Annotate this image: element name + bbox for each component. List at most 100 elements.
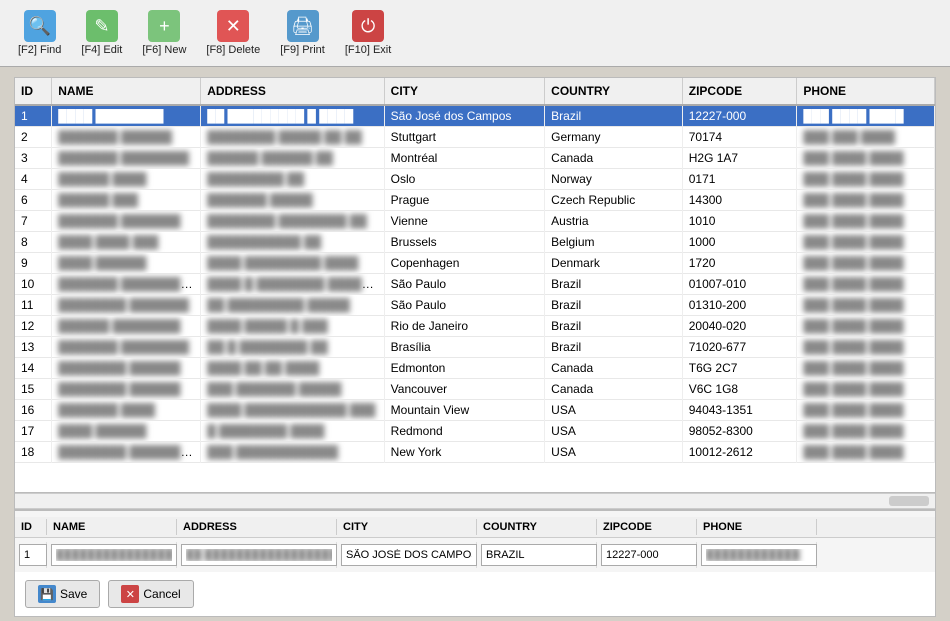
cell-name: ███████ ████ xyxy=(52,400,201,421)
cell-name: ████ ██████ xyxy=(52,421,201,442)
find-button[interactable]: 🔍[F2] Find xyxy=(10,6,69,60)
cell-phone: ███ ████ ████ xyxy=(797,274,935,295)
cell-id: 9 xyxy=(15,253,52,274)
cell-id: 7 xyxy=(15,211,52,232)
form-id-input[interactable] xyxy=(19,544,47,566)
table-row[interactable]: 4 ██████ ████ █████████ ██ Oslo Norway 0… xyxy=(15,169,935,190)
cell-address: ██ █████████ █████ xyxy=(201,295,384,316)
col-header-city: CITY xyxy=(384,78,545,105)
form-header-name: NAME xyxy=(47,519,177,535)
cell-city: Copenhagen xyxy=(384,253,545,274)
horizontal-scrollbar[interactable] xyxy=(15,493,935,509)
cell-city: Brasília xyxy=(384,337,545,358)
cell-address: ██ █ ████████ ██ xyxy=(201,337,384,358)
cell-name: ██████ ███ xyxy=(52,190,201,211)
cell-address: ████ ██ ██ ████ xyxy=(201,358,384,379)
cell-id: 14 xyxy=(15,358,52,379)
table-row[interactable]: 18 ████████ ████████ ███ ████████████ Ne… xyxy=(15,442,935,463)
cancel-button[interactable]: ✕ Cancel xyxy=(108,580,193,608)
cell-country: Denmark xyxy=(545,253,683,274)
table-row[interactable]: 2 ███████ ██████ ████████ █████ ██ ██ St… xyxy=(15,127,935,148)
print-button[interactable]: 🖨[F9] Print xyxy=(272,6,333,60)
cell-phone: ███ ████ ████ xyxy=(797,421,935,442)
form-country-cell xyxy=(477,542,597,568)
cell-phone: ███ ████ ████ xyxy=(797,253,935,274)
cell-address: ████ █████ █ ███ xyxy=(201,316,384,337)
cell-country: Czech Republic xyxy=(545,190,683,211)
cell-address: ████ █████████ ████ xyxy=(201,253,384,274)
table-row[interactable]: 14 ████████ ██████ ████ ██ ██ ████ Edmon… xyxy=(15,358,935,379)
cell-id: 16 xyxy=(15,400,52,421)
cell-zipcode: 94043-1351 xyxy=(682,400,797,421)
cell-name: ███████ █████████ xyxy=(52,274,201,295)
cell-country: Belgium xyxy=(545,232,683,253)
cell-phone: ███ ████ ████ xyxy=(797,211,935,232)
data-table: ID NAME ADDRESS CITY COUNTRY ZIPCODE PHO… xyxy=(15,78,935,463)
edit-form: ID NAME ADDRESS CITY COUNTRY ZIPCODE PHO… xyxy=(15,509,935,572)
form-country-input[interactable] xyxy=(481,544,597,566)
cell-phone: ███ ████ ████ xyxy=(797,232,935,253)
table-row[interactable]: 15 ████████ ██████ ███ ███████ █████ Van… xyxy=(15,379,935,400)
cell-zipcode: 98052-8300 xyxy=(682,421,797,442)
cell-country: Brazil xyxy=(545,295,683,316)
cell-country: Austria xyxy=(545,211,683,232)
cell-phone: ███ ███ ████ xyxy=(797,127,935,148)
table-row[interactable]: 12 ██████ ████████ ████ █████ █ ███ Rio … xyxy=(15,316,935,337)
form-address-input[interactable] xyxy=(181,544,337,566)
col-header-id: ID xyxy=(15,78,52,105)
table-row[interactable]: 10 ███████ █████████ ████ █ ████████ ███… xyxy=(15,274,935,295)
table-row[interactable]: 7 ███████ ███████ ████████ ████████ ██ V… xyxy=(15,211,935,232)
find-button-icon: 🔍 xyxy=(24,10,56,42)
new-button[interactable]: +[F6] New xyxy=(134,6,194,60)
cell-name: ███████ ███████ xyxy=(52,211,201,232)
form-zipcode-input[interactable] xyxy=(601,544,697,566)
main-panel: ID NAME ADDRESS CITY COUNTRY ZIPCODE PHO… xyxy=(14,77,936,617)
table-row[interactable]: 13 ███████ ████████ ██ █ ████████ ██ Bra… xyxy=(15,337,935,358)
table-row[interactable]: 9 ████ ██████ ████ █████████ ████ Copenh… xyxy=(15,253,935,274)
form-id-cell xyxy=(15,542,47,568)
cell-id: 4 xyxy=(15,169,52,190)
table-row[interactable]: 1 ████ ████████ ██ █████████ █ ████ São … xyxy=(15,105,935,127)
table-wrapper[interactable]: ID NAME ADDRESS CITY COUNTRY ZIPCODE PHO… xyxy=(15,78,935,493)
cell-name: ███████ ██████ xyxy=(52,127,201,148)
exit-button-icon: ⏻ xyxy=(352,10,384,42)
form-header-zipcode: ZIPCODE xyxy=(597,519,697,535)
form-city-input[interactable] xyxy=(341,544,477,566)
cell-phone: ███ ████ ████ xyxy=(797,105,935,127)
cell-phone: ███ ████ ████ xyxy=(797,190,935,211)
table-row[interactable]: 6 ██████ ███ ███████ █████ Prague Czech … xyxy=(15,190,935,211)
cell-phone: ███ ████ ████ xyxy=(797,295,935,316)
delete-button[interactable]: ✕[F8] Delete xyxy=(198,6,268,60)
form-zipcode-cell xyxy=(597,542,697,568)
cell-name: ███████ ████████ xyxy=(52,337,201,358)
cell-name: ████████ ███████ xyxy=(52,295,201,316)
cell-name: ████████ ██████ xyxy=(52,358,201,379)
cell-city: Stuttgart xyxy=(384,127,545,148)
cell-name: ████ ████ ███ xyxy=(52,232,201,253)
new-button-icon: + xyxy=(148,10,180,42)
cell-city: Edmonton xyxy=(384,358,545,379)
form-phone-input[interactable] xyxy=(701,544,817,566)
form-name-input[interactable] xyxy=(51,544,177,566)
cell-city: Montréal xyxy=(384,148,545,169)
table-row[interactable]: 3 ███████ ████████ ██████ ██████ ██ Mont… xyxy=(15,148,935,169)
cell-name: ████ ████████ xyxy=(52,105,201,127)
save-button[interactable]: 💾 Save xyxy=(25,580,100,608)
cell-name: ████████ ██████ xyxy=(52,379,201,400)
cell-phone: ███ ████ ████ xyxy=(797,358,935,379)
exit-button[interactable]: ⏻[F10] Exit xyxy=(337,6,399,60)
table-row[interactable]: 11 ████████ ███████ ██ █████████ █████ S… xyxy=(15,295,935,316)
save-icon: 💾 xyxy=(38,585,56,603)
cancel-icon: ✕ xyxy=(121,585,139,603)
cancel-label: Cancel xyxy=(143,587,180,601)
cell-city: São José dos Campos xyxy=(384,105,545,127)
table-row[interactable]: 8 ████ ████ ███ ███████████ ██ Brussels … xyxy=(15,232,935,253)
cell-name: ██████ ████ xyxy=(52,169,201,190)
table-row[interactable]: 16 ███████ ████ ████ ████████████ ███ Mo… xyxy=(15,400,935,421)
cell-id: 6 xyxy=(15,190,52,211)
cell-country: Brazil xyxy=(545,274,683,295)
cell-name: ███████ ████████ xyxy=(52,148,201,169)
table-row[interactable]: 17 ████ ██████ █ ████████ ████ Redmond U… xyxy=(15,421,935,442)
cell-id: 3 xyxy=(15,148,52,169)
edit-button[interactable]: ✎[F4] Edit xyxy=(73,6,130,60)
